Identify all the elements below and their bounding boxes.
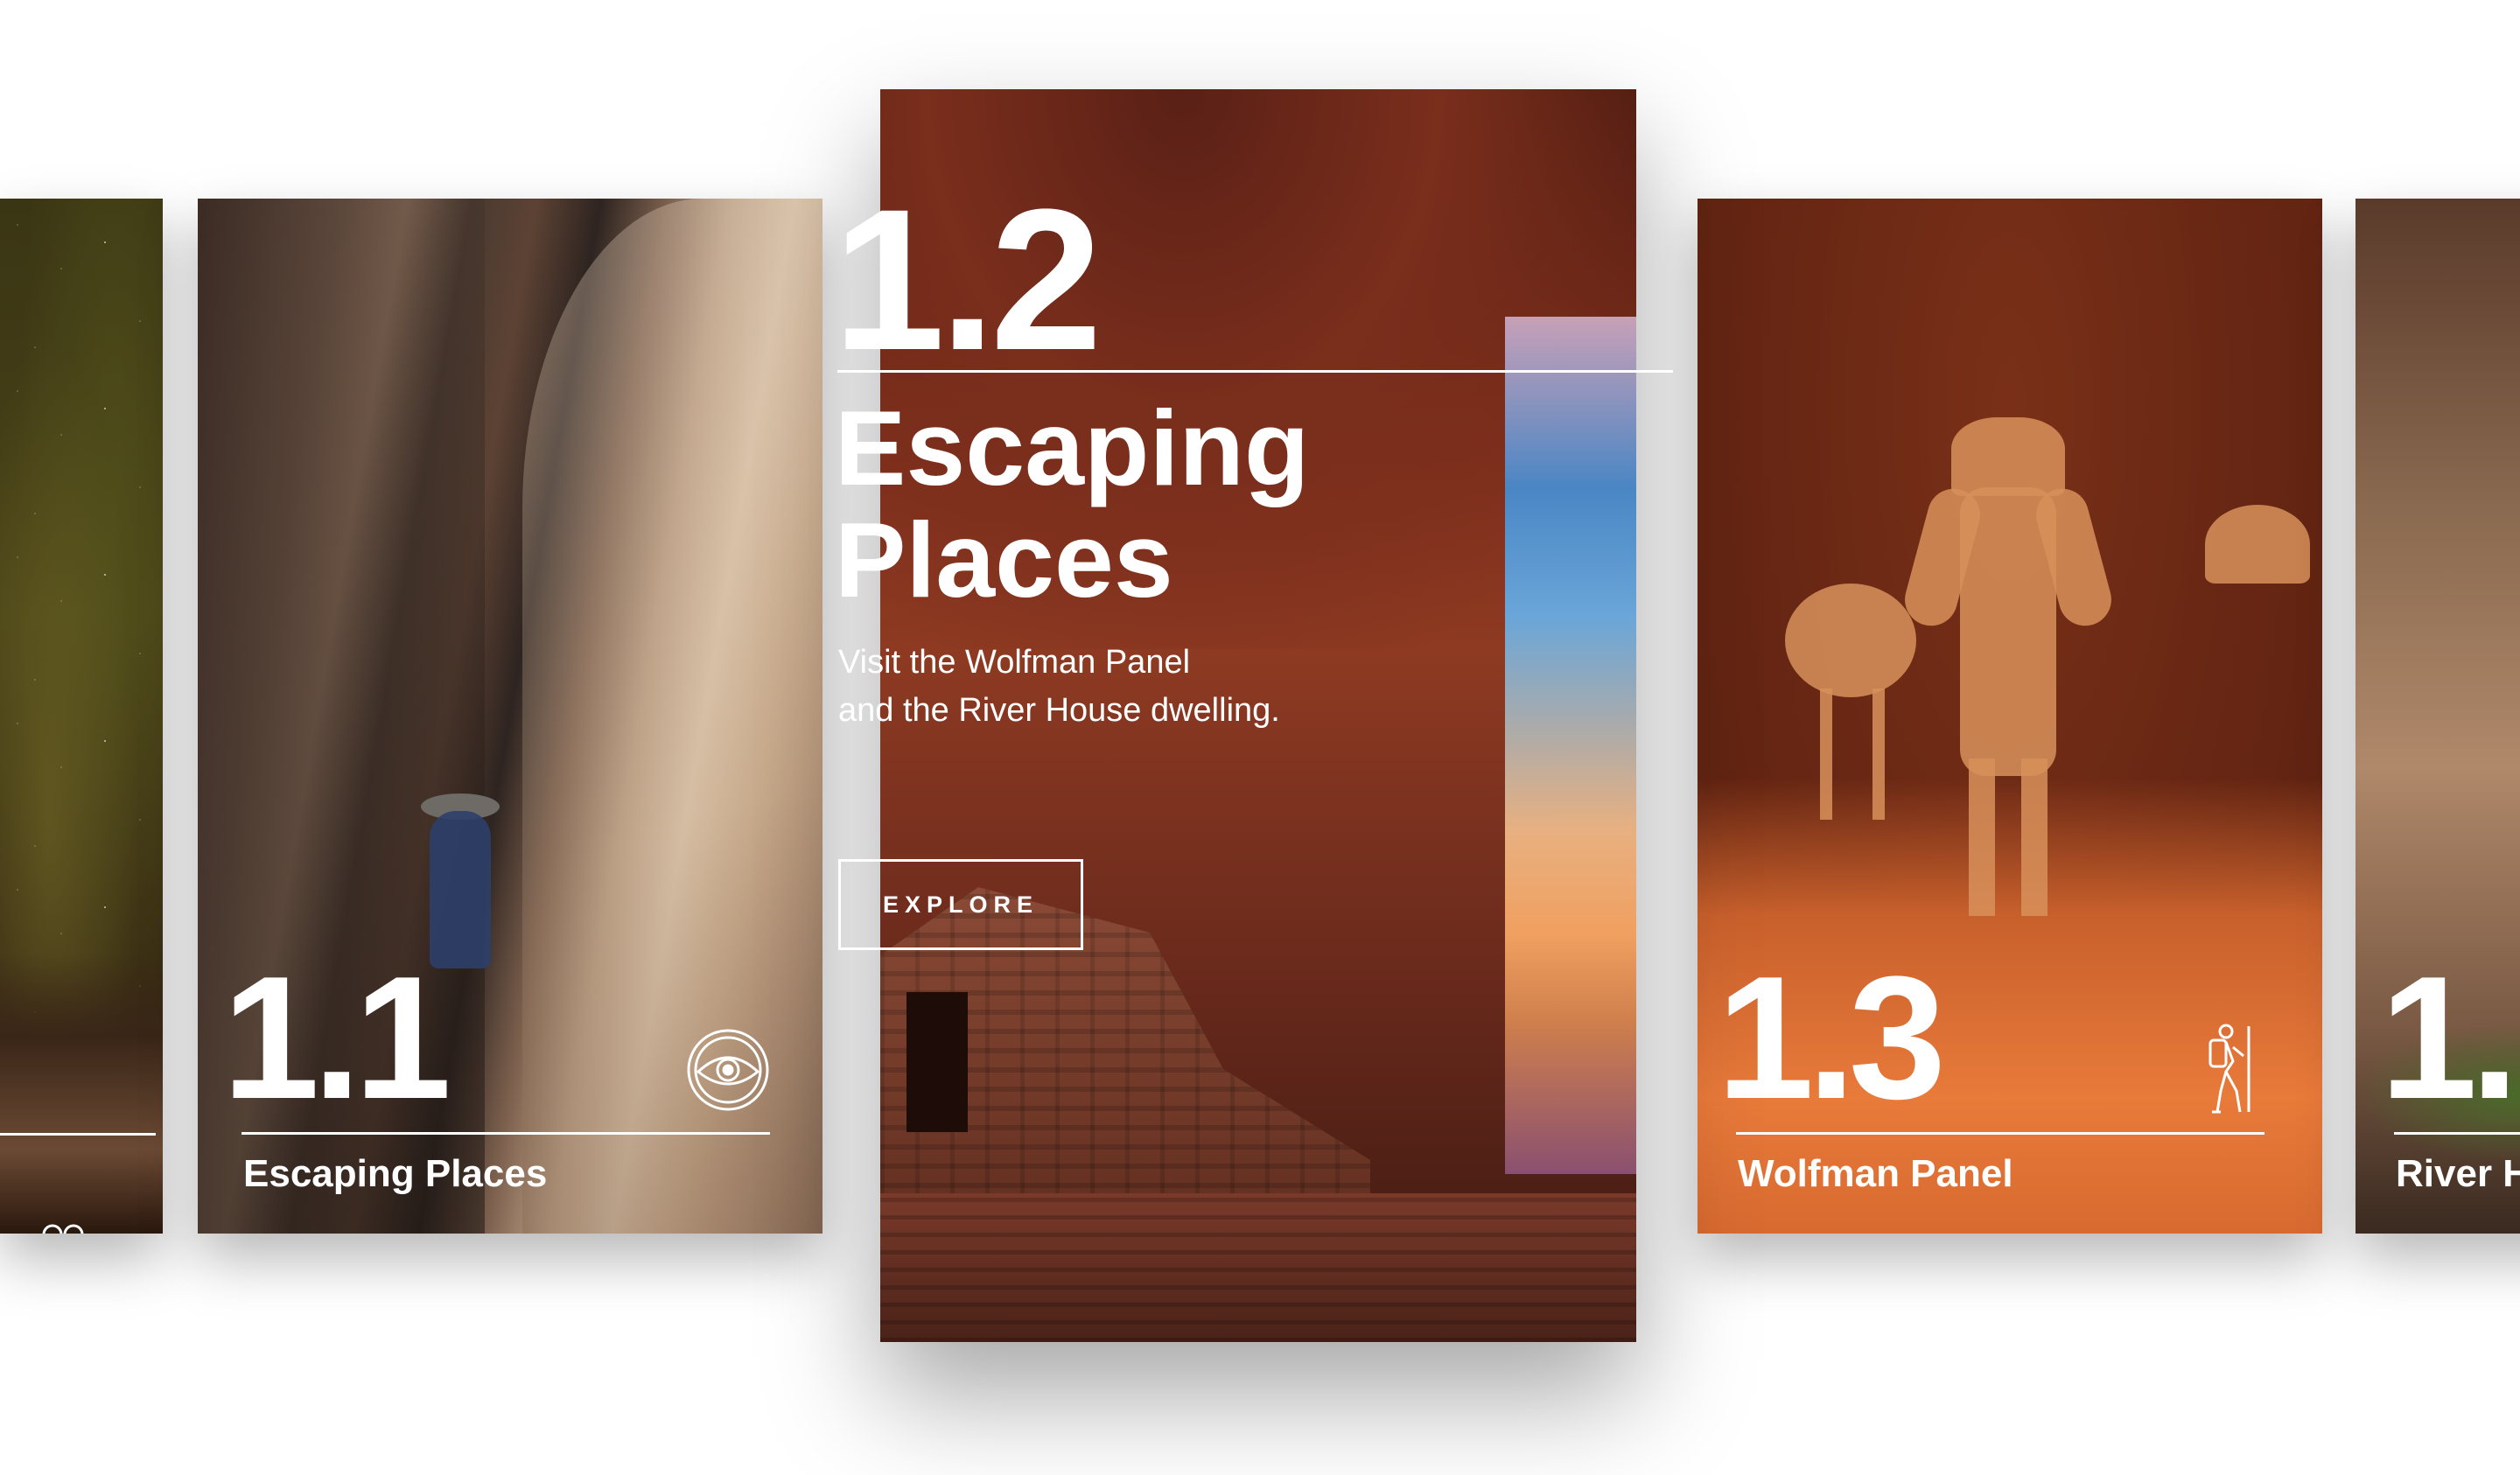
card-night-sky-image xyxy=(0,199,163,1234)
card-1-3-number: 1.3 xyxy=(1717,940,1946,1136)
featured-title: Escaping Places xyxy=(835,388,1310,619)
card-1-1[interactable]: 1.1 Escaping Places xyxy=(198,199,822,1234)
hiker-icon xyxy=(2194,1021,2264,1117)
featured-description: Visit the Wolfman Panel and the River Ho… xyxy=(838,644,1280,729)
card-1-3-rule xyxy=(1736,1132,2264,1135)
card-night-sky-rule xyxy=(0,1133,156,1136)
film-camera-icon xyxy=(35,1220,108,1234)
card-river-house-rule xyxy=(2394,1132,2520,1135)
featured-rule xyxy=(837,370,1673,373)
card-1-1-title: Escaping Places xyxy=(243,1152,548,1195)
explore-button[interactable]: EXPLORE xyxy=(838,859,1083,950)
card-night-sky[interactable] xyxy=(0,199,163,1234)
featured-number: 1.2 xyxy=(833,167,1102,392)
card-river-house-title: River H xyxy=(2396,1152,2520,1195)
carousel: 1.1 Escaping Places 1.3 Wolfman Panel 1.… xyxy=(0,0,2520,1475)
card-river-house-number: 1. xyxy=(2380,940,2519,1136)
card-1-3[interactable]: 1.3 Wolfman Panel xyxy=(1698,199,2322,1234)
card-1-3-title: Wolfman Panel xyxy=(1738,1152,2013,1195)
eye-icon xyxy=(684,1026,772,1114)
card-river-house[interactable]: 1. River H xyxy=(2356,199,2520,1234)
card-1-1-number: 1.1 xyxy=(222,940,452,1136)
card-1-1-rule xyxy=(242,1132,770,1135)
